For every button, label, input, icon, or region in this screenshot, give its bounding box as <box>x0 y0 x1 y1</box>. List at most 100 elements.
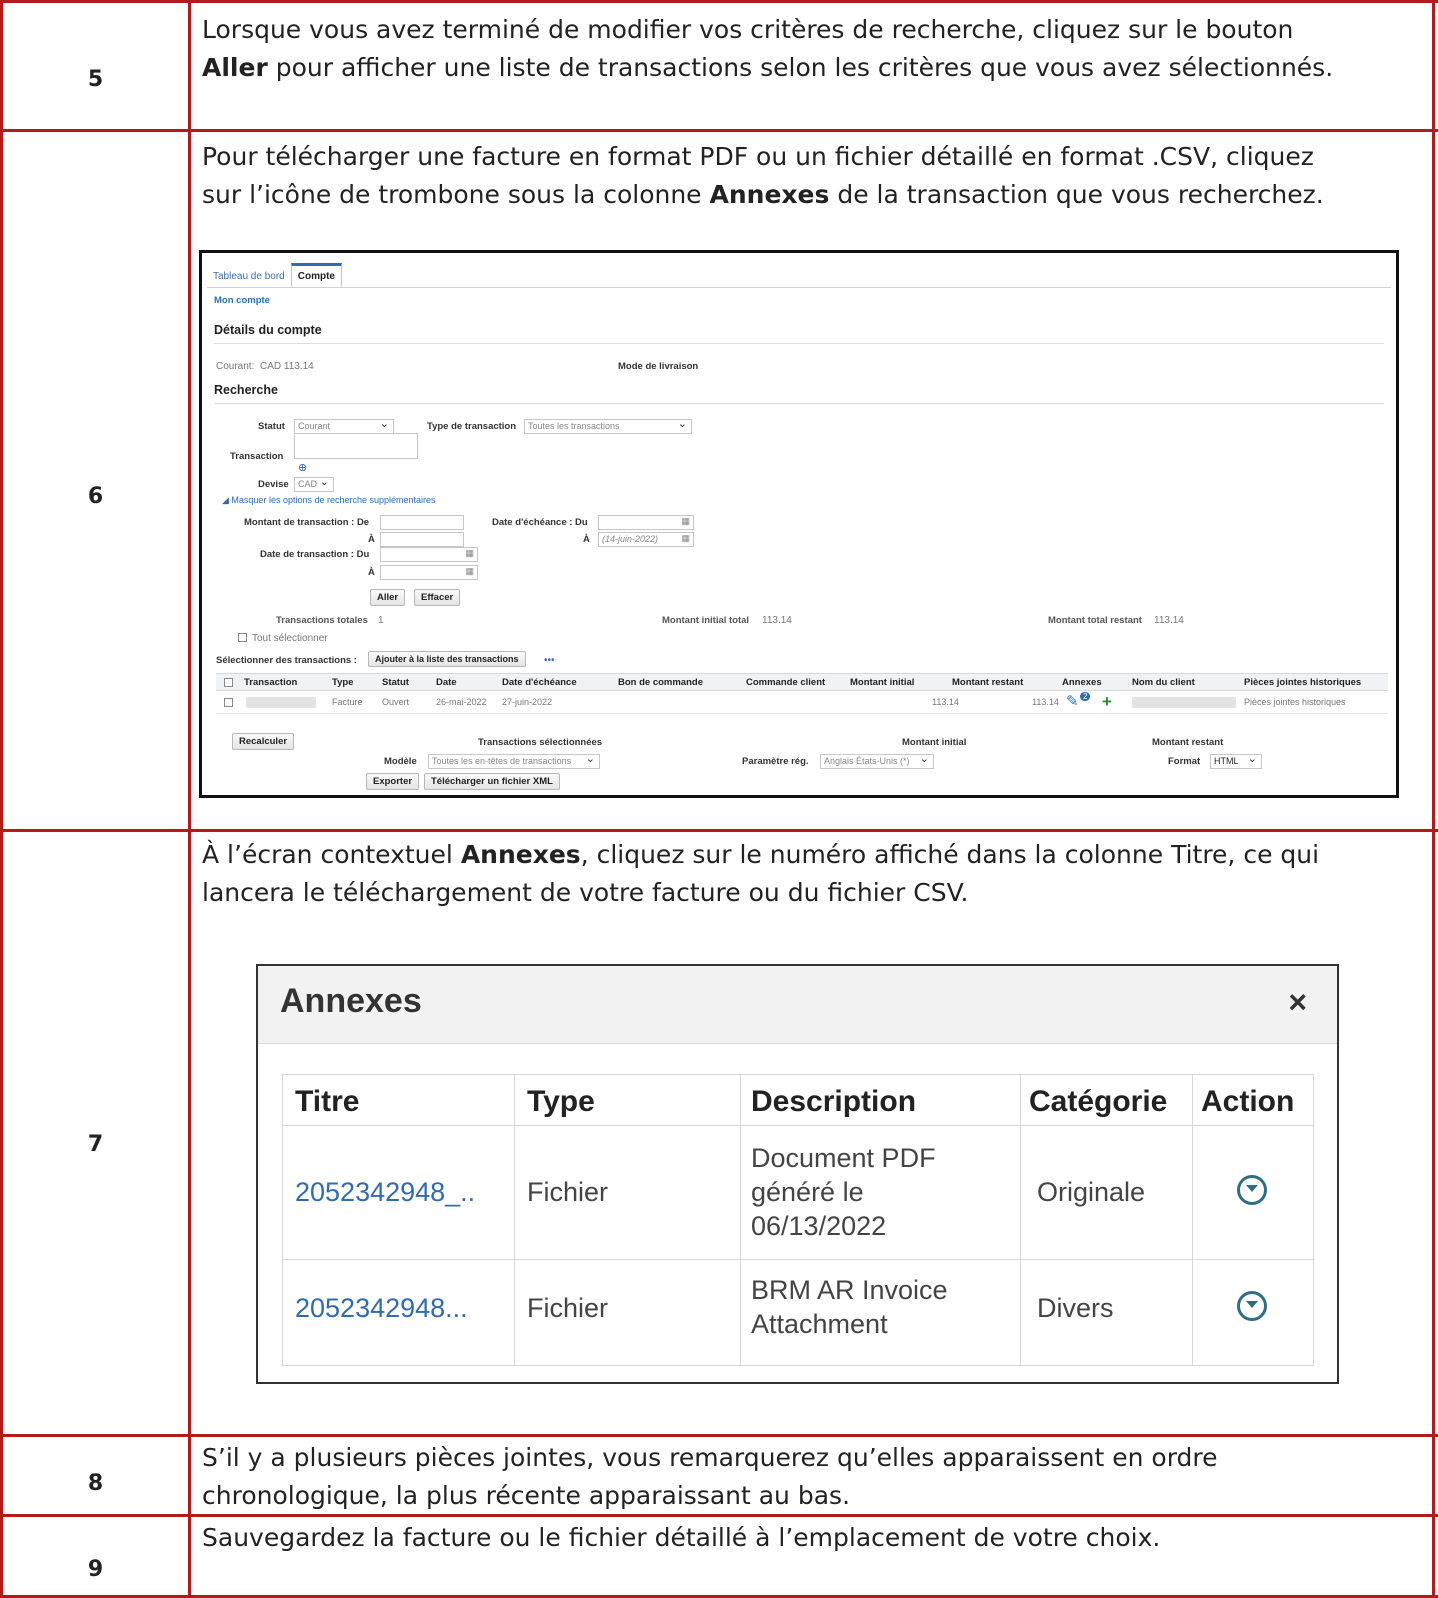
tab-account[interactable]: Compte <box>290 263 342 287</box>
attachment-description: BRM AR Invoice Attachment <box>751 1273 948 1341</box>
row-divider <box>283 1125 1313 1126</box>
divider <box>214 343 1384 344</box>
instructions-table: 5 Lorsque vous avez terminé de modifier … <box>0 0 1438 1598</box>
description-line: généré le <box>751 1177 864 1207</box>
column-header-category: Catégorie <box>1029 1085 1168 1118</box>
step-text-line: lancera le téléchargement de votre factu… <box>202 878 969 907</box>
current-label: Courant: <box>216 361 255 372</box>
due-date-placeholder: (14-juin-2022) <box>602 534 659 544</box>
column-header[interactable]: Type <box>332 677 353 688</box>
action-dropdown-icon[interactable] <box>1237 1291 1267 1321</box>
model-select[interactable]: Toutes les en-têtes de transactions <box>428 752 600 769</box>
search-lookup-icon[interactable]: ⊕ <box>298 461 307 474</box>
dialog-title: Annexes <box>280 982 422 1020</box>
search-title: Recherche <box>214 383 278 397</box>
regional-select[interactable]: Anglais États-Unis (*) <box>820 752 934 769</box>
description-line: Attachment <box>751 1309 888 1339</box>
header-checkbox[interactable] <box>224 678 233 687</box>
history-attachments-link[interactable]: Pièces jointes historiques <box>1244 697 1346 707</box>
txn-type-label: Type de transaction <box>427 421 517 432</box>
close-icon[interactable]: × <box>1288 984 1307 1021</box>
go-button[interactable]: Aller <box>370 589 406 606</box>
step-number: 7 <box>87 1132 104 1157</box>
export-button[interactable]: Exporter <box>366 773 420 790</box>
step-text: S’il y a plusieurs pièces jointes, vous … <box>202 1439 1427 1515</box>
column-header[interactable]: Bon de commande <box>618 677 703 688</box>
hide-options-link[interactable]: ◢ Masquer les options de recherche suppl… <box>222 495 436 506</box>
attachment-type: Fichier <box>527 1177 609 1207</box>
step-number: 9 <box>87 1557 104 1582</box>
add-attachment-icon[interactable]: + <box>1102 692 1112 712</box>
step-row-5: 5 Lorsque vous avez terminé de modifier … <box>0 0 1438 129</box>
current-value: CAD 113.14 <box>260 361 314 372</box>
remaining-total-label: Montant total restant <box>1048 615 1142 626</box>
calendar-icon[interactable]: ▦ <box>681 516 690 527</box>
attachment-title-link[interactable]: 2052342948_.. <box>295 1175 475 1209</box>
dialog-header: Annexes × <box>258 966 1337 1044</box>
format-label: Format <box>1168 756 1201 767</box>
step-text-bold: Aller <box>202 53 268 82</box>
column-header[interactable]: Nom du client <box>1132 677 1195 688</box>
amount-from-label: Montant de transaction : De <box>244 517 370 528</box>
due-date-label: Date d'échéance : Du <box>492 517 588 528</box>
step-text-line: sur l’icône de trombone sous la colonne … <box>202 176 1427 214</box>
txn-date-to-input[interactable]: ▦ <box>380 565 478 580</box>
row-type: Facture <box>332 697 363 707</box>
column-header[interactable]: Montant initial <box>850 677 914 688</box>
breadcrumb[interactable]: Mon compte <box>214 295 270 306</box>
row-status: Ouvert <box>382 697 410 707</box>
column-header[interactable]: Commande client <box>746 677 825 688</box>
calendar-icon[interactable]: ▦ <box>465 548 474 559</box>
remaining-amount-label: Montant restant <box>1152 737 1224 748</box>
status-select[interactable]: Courant <box>294 417 394 434</box>
selected-txn-label: Transactions sélectionnées <box>478 737 603 748</box>
redacted-customer <box>1132 697 1236 708</box>
column-divider <box>514 1075 515 1365</box>
description-line: BRM AR Invoice <box>751 1275 948 1305</box>
column-header[interactable]: Pièces jointes historiques <box>1244 677 1361 688</box>
attachment-description: Document PDF généré le 06/13/2022 <box>751 1141 936 1243</box>
step-text-line: chronologique, la plus récente apparaiss… <box>202 1481 851 1510</box>
amount-to-label: À <box>368 534 375 545</box>
column-header[interactable]: Date d'échéance <box>502 677 577 688</box>
column-header[interactable]: Date <box>436 677 457 688</box>
annexes-table: Titre Type Description Catégorie Action … <box>282 1074 1314 1366</box>
calendar-icon[interactable]: ▦ <box>465 566 474 577</box>
redacted-transaction <box>246 697 316 708</box>
step-text-span: sur l’icône de trombone sous la colonne <box>202 180 710 209</box>
column-header[interactable]: Statut <box>382 677 409 688</box>
format-select[interactable]: HTML <box>1210 752 1262 769</box>
step-text-line: À l’écran contextuel Annexes, cliquez su… <box>202 836 1427 874</box>
currency-select[interactable]: CAD <box>294 475 334 492</box>
download-xml-button[interactable]: Télécharger un fichier XML <box>424 773 560 790</box>
more-actions-icon[interactable]: ••• <box>544 655 555 666</box>
column-header[interactable]: Montant restant <box>952 677 1023 688</box>
tab-dashboard[interactable]: Tableau de bord <box>207 266 291 287</box>
select-all-checkbox[interactable] <box>238 633 247 642</box>
calendar-icon[interactable]: ▦ <box>681 533 690 544</box>
clear-button[interactable]: Effacer <box>414 589 461 606</box>
row-checkbox[interactable] <box>224 698 233 707</box>
due-date-to-input[interactable]: (14-juin-2022) ▦ <box>598 532 694 547</box>
regional-label: Paramètre rég. <box>742 756 809 767</box>
txn-type-select[interactable]: Toutes les transactions <box>524 417 692 434</box>
divider <box>214 403 1384 404</box>
column-header[interactable]: Annexes <box>1062 677 1102 688</box>
column-divider <box>1020 1075 1021 1365</box>
due-date-from-input[interactable]: ▦ <box>598 515 694 530</box>
txn-date-label: Date de transaction : Du <box>260 549 370 560</box>
transaction-textarea[interactable] <box>294 433 418 459</box>
txn-date-from-input[interactable]: ▦ <box>380 547 478 562</box>
add-to-list-button[interactable]: Ajouter à la liste des transactions <box>368 651 526 667</box>
tab-divider <box>207 287 1391 288</box>
amount-to-input[interactable] <box>380 532 464 547</box>
model-label: Modèle <box>384 756 417 767</box>
step-text-span: , cliquez sur le numéro affiché dans la … <box>580 840 1320 869</box>
recalculate-button[interactable]: Recalculer <box>232 733 295 750</box>
attachment-title-link[interactable]: 2052342948... <box>295 1291 468 1325</box>
action-dropdown-icon[interactable] <box>1237 1175 1267 1205</box>
paperclip-icon[interactable]: ✎ <box>1066 692 1079 710</box>
amount-from-input[interactable] <box>380 515 464 530</box>
attachment-count-badge: 2 <box>1080 692 1091 701</box>
column-header[interactable]: Transaction <box>244 677 297 688</box>
